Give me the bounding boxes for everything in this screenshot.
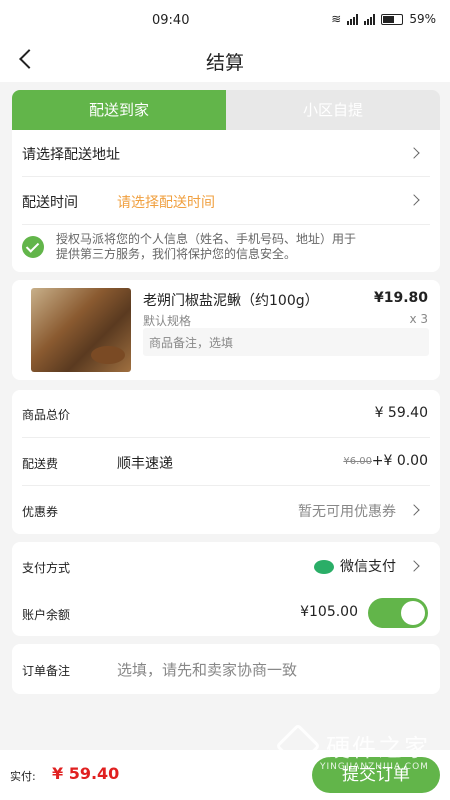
- product-card: 老朔门椒盐泥鳅（约100g） ¥19.80 默认规格 x 3 商品备注，选填: [12, 280, 440, 380]
- balance-label: 账户余额: [22, 608, 71, 622]
- status-icons: ≋ 59%: [331, 12, 436, 26]
- address-select-label: 请选择配送地址: [22, 147, 120, 163]
- status-time: 09:40: [152, 13, 190, 28]
- watermark-logo-icon: [275, 723, 321, 769]
- remark-input[interactable]: 选填，请先和卖家协商一致: [117, 659, 297, 680]
- remark-card: 订单备注 选填，请先和卖家协商一致: [12, 644, 440, 694]
- total-value: ¥ 59.40: [374, 405, 428, 421]
- chevron-right-icon: [408, 147, 420, 159]
- consent-line-2: 提供第三方服务，我们将保护您的信息安全。: [56, 247, 297, 261]
- tab-home-delivery[interactable]: 配送到家: [12, 90, 226, 130]
- product-name: 老朔门椒盐泥鳅（约100g）: [143, 293, 319, 309]
- page-title: 结算: [205, 52, 244, 74]
- remark-label: 订单备注: [22, 664, 71, 678]
- wechat-pay-icon: [314, 560, 334, 574]
- top-bar: 结算: [0, 40, 450, 82]
- total-row: 商品总价 ¥ 59.40: [12, 390, 440, 437]
- signal-icon-2: [364, 13, 376, 25]
- address-select-row[interactable]: 请选择配送地址: [12, 130, 440, 176]
- watermark-sub: YINGJIANZHIJIA.COM: [320, 762, 429, 772]
- battery-icon: [381, 13, 404, 25]
- product-qty: x 3: [409, 312, 428, 326]
- chevron-right-icon: [408, 560, 420, 572]
- address-card: 请选择配送地址 配送时间 请选择配送时间 授权马派将您的个人信息（姓名、手机号码…: [12, 130, 440, 272]
- coupon-label: 优惠券: [22, 505, 59, 519]
- consent-text: 授权马派将您的个人信息（姓名、手机号码、地址）用于 提供第三方服务，我们将保护您…: [56, 232, 434, 262]
- delivery-time-label: 配送时间: [22, 195, 78, 211]
- payment-method-value-wrap: 微信支付: [314, 556, 396, 576]
- delivery-time-row[interactable]: 配送时间 请选择配送时间: [12, 177, 440, 223]
- delivery-fee-label: 配送费: [22, 457, 59, 471]
- total-label: 商品总价: [22, 408, 71, 422]
- watermark-text: 硬件之家: [326, 734, 430, 762]
- wifi-icon: ≋: [331, 12, 342, 26]
- payment-method-value: 微信支付: [340, 559, 396, 575]
- watermark: 硬件之家 YINGJIANZHIJIA.COM: [275, 723, 450, 788]
- product-note-placeholder: 商品备注，选填: [149, 336, 234, 350]
- chevron-right-icon: [408, 504, 420, 516]
- delivery-tabs: 配送到家 小区自提: [12, 90, 440, 130]
- product-spec: 默认规格: [143, 314, 192, 328]
- delivery-fee-value: +¥ 0.00: [371, 453, 428, 469]
- delivery-method: 顺丰速递: [117, 456, 173, 472]
- coupon-value: 暂无可用优惠券: [298, 504, 396, 520]
- pay-label: 实付:: [10, 770, 36, 783]
- payment-card: 支付方式 微信支付 账户余额 ¥105.00: [12, 542, 440, 636]
- payment-method-label: 支付方式: [22, 561, 71, 575]
- coupon-row[interactable]: 优惠券 暂无可用优惠券: [12, 486, 440, 533]
- divider: [22, 224, 430, 225]
- balance-row: 账户余额 ¥105.00: [12, 590, 440, 636]
- status-bar: 09:40 ≋ 59%: [0, 0, 450, 40]
- battery-percent: 59%: [409, 12, 436, 26]
- balance-value: ¥105.00: [300, 604, 358, 620]
- balance-toggle[interactable]: [368, 598, 428, 628]
- consent-check-icon[interactable]: [22, 236, 44, 258]
- signal-icon: [347, 13, 359, 25]
- delivery-original-fee: ¥6.00: [343, 456, 372, 467]
- tab-self-pickup[interactable]: 小区自提: [226, 90, 440, 130]
- consent-line-1: 授权马派将您的个人信息（姓名、手机号码、地址）用于: [56, 232, 357, 246]
- chevron-right-icon: [408, 194, 420, 206]
- product-note-input[interactable]: 商品备注，选填: [143, 328, 429, 356]
- delivery-time-value: 请选择配送时间: [117, 195, 215, 211]
- delivery-fee-row: 配送费 顺丰速递 ¥6.00 +¥ 0.00: [12, 438, 440, 485]
- pay-amount: ¥ 59.40: [52, 764, 120, 783]
- product-price: ¥19.80: [373, 290, 428, 306]
- payment-method-row[interactable]: 支付方式 微信支付: [12, 542, 440, 589]
- product-image[interactable]: [31, 288, 131, 372]
- summary-card: 商品总价 ¥ 59.40 配送费 顺丰速递 ¥6.00 +¥ 0.00 优惠券 …: [12, 390, 440, 534]
